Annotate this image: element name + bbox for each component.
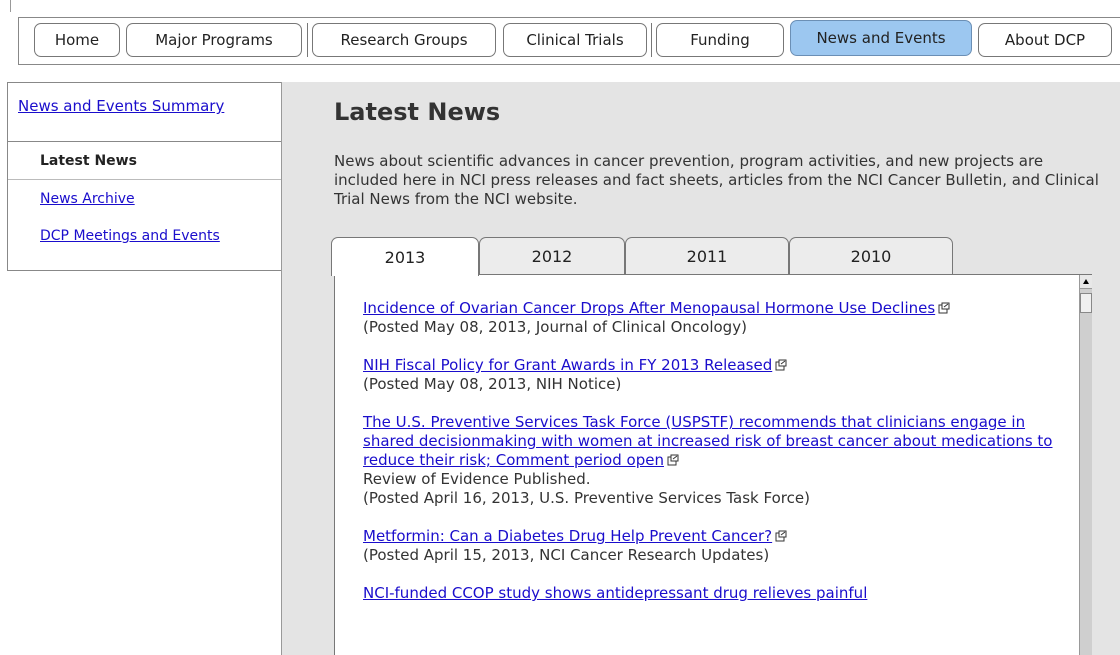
news-link[interactable]: NIH Fiscal Policy for Grant Awards in FY… — [363, 356, 772, 374]
news-posted: (Posted April 15, 2013, NCI Cancer Resea… — [363, 546, 770, 564]
sidebar: News and Events Summary Latest News News… — [0, 82, 283, 655]
nav-tab-research-groups[interactable]: Research Groups — [312, 23, 496, 57]
year-tab-2011[interactable]: 2011 — [625, 237, 789, 275]
news-panel: Incidence of Ovarian Cancer Drops After … — [334, 274, 1092, 655]
left-edge-line — [10, 0, 11, 12]
scroll-thumb[interactable] — [1080, 293, 1092, 313]
news-posted: (Posted April 16, 2013, U.S. Preventive … — [363, 489, 810, 507]
nav-separator — [307, 23, 308, 57]
news-item: Incidence of Ovarian Cancer Drops After … — [363, 299, 1063, 337]
news-scrollbar[interactable] — [1079, 275, 1092, 655]
nav-tab-news-and-events[interactable]: News and Events — [790, 20, 972, 56]
year-tab-2010[interactable]: 2010 — [789, 237, 953, 275]
news-item: The U.S. Preventive Services Task Force … — [363, 413, 1063, 508]
news-posted: (Posted May 08, 2013, Journal of Clinica… — [363, 318, 747, 336]
sidebar-summary-link[interactable]: News and Events Summary — [18, 97, 224, 115]
news-link[interactable]: NCI-funded CCOP study shows antidepressa… — [363, 584, 867, 602]
year-tab-2012[interactable]: 2012 — [479, 237, 625, 275]
sidebar-nav-box: News and Events Summary Latest News News… — [7, 82, 283, 271]
intro-paragraph: News about scientific advances in cancer… — [334, 152, 1099, 208]
nav-tab-home[interactable]: Home — [34, 23, 120, 57]
news-item: NCI-funded CCOP study shows antidepressa… — [363, 584, 1063, 603]
news-list: Incidence of Ovarian Cancer Drops After … — [363, 299, 1063, 622]
external-link-icon[interactable] — [775, 357, 787, 371]
nav-tab-about-dcp[interactable]: About DCP — [978, 23, 1112, 57]
external-link-icon[interactable] — [938, 300, 950, 314]
external-link-icon[interactable] — [775, 528, 787, 542]
divider — [8, 141, 282, 142]
nav-tab-clinical-trials[interactable]: Clinical Trials — [503, 23, 647, 57]
news-extra: Review of Evidence Published. — [363, 470, 591, 488]
nav-tab-major-programs[interactable]: Major Programs — [126, 23, 302, 57]
news-link[interactable]: Metformin: Can a Diabetes Drug Help Prev… — [363, 527, 772, 545]
news-link[interactable]: The U.S. Preventive Services Task Force … — [363, 413, 1052, 469]
sidebar-current-item: Latest News — [40, 153, 137, 169]
year-tab-2013[interactable]: 2013 — [331, 237, 479, 276]
news-item: Metformin: Can a Diabetes Drug Help Prev… — [363, 527, 1063, 565]
news-posted: (Posted May 08, 2013, NIH Notice) — [363, 375, 622, 393]
sidebar-item-news-archive[interactable]: News Archive — [40, 191, 135, 207]
nav-tab-funding[interactable]: Funding — [656, 23, 784, 57]
main-content: Latest News News about scientific advanc… — [282, 82, 1120, 655]
news-item: NIH Fiscal Policy for Grant Awards in FY… — [363, 356, 1063, 394]
page-title: Latest News — [334, 98, 501, 126]
news-link[interactable]: Incidence of Ovarian Cancer Drops After … — [363, 299, 935, 317]
sidebar-item-dcp-meetings[interactable]: DCP Meetings and Events — [40, 228, 220, 244]
divider — [8, 179, 282, 180]
scroll-up-arrow-icon[interactable] — [1080, 275, 1092, 289]
top-navigation: Home Major Programs Research Groups Clin… — [0, 17, 1120, 65]
nav-separator — [651, 23, 652, 57]
external-link-icon[interactable] — [667, 452, 679, 466]
